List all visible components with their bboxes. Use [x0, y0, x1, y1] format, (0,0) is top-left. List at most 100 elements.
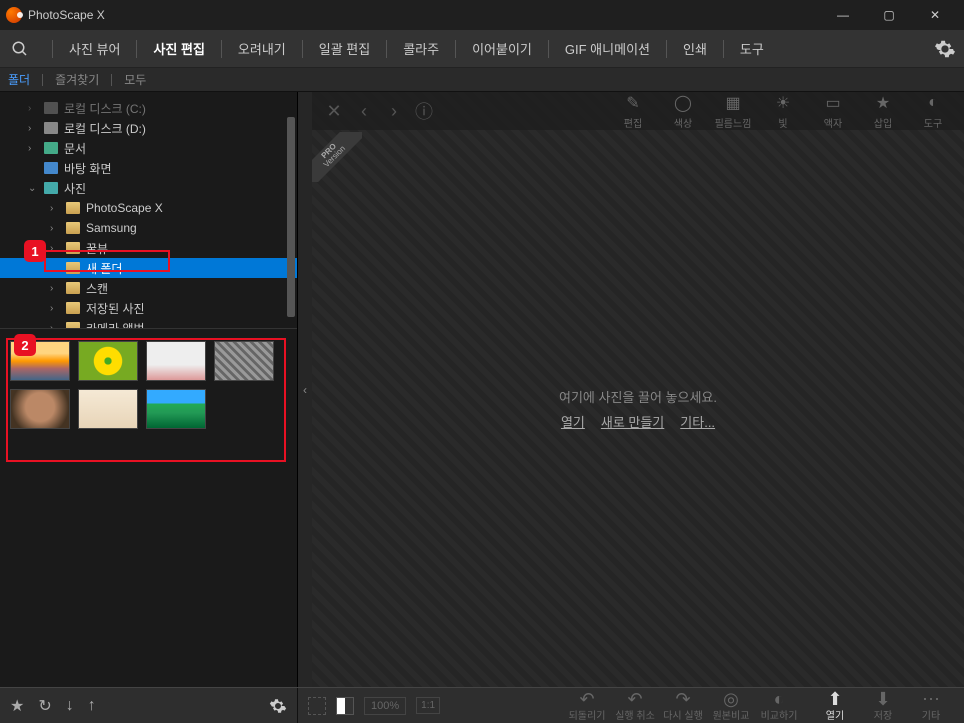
tree-node-1[interactable]: ›로컬 디스크 (D:) [0, 118, 297, 138]
folder-icon [66, 222, 80, 234]
action-label: 저장 [874, 707, 892, 722]
tree-node-5[interactable]: ›PhotoScape X [0, 198, 297, 218]
canvas-tool-도구[interactable]: ◐도구 [910, 92, 956, 130]
tab-folder[interactable]: 폴더 [8, 71, 30, 88]
folder-icon [66, 242, 80, 254]
menu-print[interactable]: 인쇄 [677, 35, 713, 62]
bottom-tool-되돌리기[interactable]: ↶되돌리기 [564, 689, 610, 722]
sidebar-tabs: 폴더 즐겨찾기 모두 [0, 68, 964, 92]
canvas-info-icon[interactable]: ⓘ [414, 98, 434, 124]
thumbnail-sunflower[interactable] [78, 341, 138, 381]
tree-node-9[interactable]: ›스캔 [0, 278, 297, 298]
tool-icon: ◐ [922, 92, 944, 114]
sidebar-gear-icon[interactable] [269, 697, 287, 715]
tool-label: 실행 취소 [615, 707, 655, 722]
tree-node-0[interactable]: ›로컬 디스크 (C:) [0, 98, 297, 118]
grid-icon[interactable] [308, 697, 326, 715]
tool-icon: ◯ [672, 92, 694, 114]
canvas-tool-필름느낌[interactable]: ▦필름느낌 [710, 92, 756, 130]
pic-icon [44, 182, 58, 194]
tool-icon: ↶ [627, 689, 642, 707]
tool-icon: ▭ [822, 92, 844, 114]
bottom-action-열기[interactable]: ⬆열기 [812, 689, 858, 722]
thumbnail-cat2[interactable] [214, 341, 274, 381]
canvas-open-link[interactable]: 열기 [561, 412, 585, 431]
thumbnail-grid [0, 328, 297, 687]
tab-all[interactable]: 모두 [124, 71, 146, 88]
folder-tree: ›로컬 디스크 (C:)›로컬 디스크 (D:)›문서바탕 화면⌄사진›Phot… [0, 92, 297, 328]
bottom-tool-실행 취소[interactable]: ↶실행 취소 [612, 689, 658, 722]
annotation-callout-1: 1 [24, 240, 46, 262]
star-icon[interactable]: ★ [10, 696, 24, 716]
sidebar-collapse-handle[interactable]: ‹ [298, 92, 312, 687]
chevron-icon: › [50, 223, 60, 234]
folder-icon [66, 302, 80, 314]
tree-node-8[interactable]: 새 폴더 [0, 258, 297, 278]
tree-node-6[interactable]: ›Samsung [0, 218, 297, 238]
annotation-callout-2: 2 [14, 334, 36, 356]
menu-photo-edit[interactable]: 사진 편집 [147, 35, 210, 62]
maximize-button[interactable]: ▢ [866, 0, 912, 30]
scrollbar-thumb[interactable] [287, 117, 295, 317]
sort-up-icon[interactable]: ↑ [88, 697, 96, 715]
tree-label: 로컬 디스크 (D:) [64, 120, 146, 137]
menu-gif[interactable]: GIF 애니메이션 [559, 35, 656, 62]
zoom-ratio[interactable]: 1:1 [416, 697, 440, 714]
sort-down-icon[interactable]: ↓ [66, 697, 74, 715]
menu-collage[interactable]: 콜라주 [397, 35, 445, 62]
settings-gear-icon[interactable] [934, 38, 956, 60]
app-logo-icon [6, 7, 22, 23]
bottom-tool-원본비교[interactable]: ◎원본비교 [708, 689, 754, 722]
thumbnail-lion[interactable] [10, 389, 70, 429]
bottom-tool-다시 실행[interactable]: ↷다시 실행 [660, 689, 706, 722]
close-button[interactable]: ✕ [912, 0, 958, 30]
minimize-button[interactable]: — [820, 0, 866, 30]
thumbnail-pug[interactable] [78, 389, 138, 429]
tree-node-10[interactable]: ›저장된 사진 [0, 298, 297, 318]
tree-label: PhotoScape X [86, 201, 163, 215]
thumbnail-mountain[interactable] [146, 389, 206, 429]
menu-batch[interactable]: 일괄 편집 [313, 35, 376, 62]
menu-combine[interactable]: 이어붙이기 [466, 35, 538, 62]
tool-label: 액자 [824, 115, 842, 130]
folder-icon [66, 282, 80, 294]
tree-node-2[interactable]: ›문서 [0, 138, 297, 158]
search-icon[interactable] [8, 37, 32, 61]
tree-label: 문서 [64, 140, 86, 157]
tool-icon: ☀ [772, 92, 794, 114]
tab-favorites[interactable]: 즐겨찾기 [55, 71, 99, 88]
menu-photo-viewer[interactable]: 사진 뷰어 [63, 35, 126, 62]
canvas-close-icon[interactable]: ✕ [324, 101, 344, 122]
canvas-tool-삽입[interactable]: ★삽입 [860, 92, 906, 130]
tree-label: 카메라 앨범 [86, 320, 145, 329]
reload-icon[interactable]: ↻ [38, 696, 51, 716]
canvas-new-link[interactable]: 새로 만들기 [601, 412, 664, 431]
canvas-next-icon[interactable]: › [384, 101, 404, 122]
bottom-tool-비교하기[interactable]: ◐비교하기 [756, 689, 802, 722]
desk-icon [44, 162, 58, 174]
canvas-tool-색상[interactable]: ◯색상 [660, 92, 706, 130]
canvas-prev-icon[interactable]: ‹ [354, 101, 374, 122]
chevron-icon: › [50, 303, 60, 314]
canvas-tool-편집[interactable]: ✎편집 [610, 92, 656, 130]
canvas-tool-액자[interactable]: ▭액자 [810, 92, 856, 130]
bottom-action-기타[interactable]: ⋯기타 [908, 689, 954, 722]
tree-node-11[interactable]: ›카메라 앨범 [0, 318, 297, 328]
zoom-level[interactable]: 100% [364, 697, 406, 715]
tool-label: 필름느낌 [715, 115, 752, 130]
tool-icon: ✎ [622, 92, 644, 114]
menu-tools[interactable]: 도구 [734, 35, 770, 62]
tool-icon: ↶ [579, 689, 594, 707]
tree-node-4[interactable]: ⌄사진 [0, 178, 297, 198]
canvas-tool-빛[interactable]: ☀빛 [760, 92, 806, 130]
thumbnail-cats[interactable] [146, 341, 206, 381]
titlebar: PhotoScape X — ▢ ✕ [0, 0, 964, 30]
menu-cutout[interactable]: 오려내기 [232, 35, 292, 62]
canvas-other-link[interactable]: 기타... [680, 412, 715, 431]
tool-label: 원본비교 [713, 707, 750, 722]
tree-label: 로컬 디스크 (C:) [64, 100, 146, 117]
split-view-icon[interactable] [336, 697, 354, 715]
tree-node-3[interactable]: 바탕 화면 [0, 158, 297, 178]
bottom-action-저장[interactable]: ⬇저장 [860, 689, 906, 722]
chevron-icon: › [50, 243, 60, 254]
